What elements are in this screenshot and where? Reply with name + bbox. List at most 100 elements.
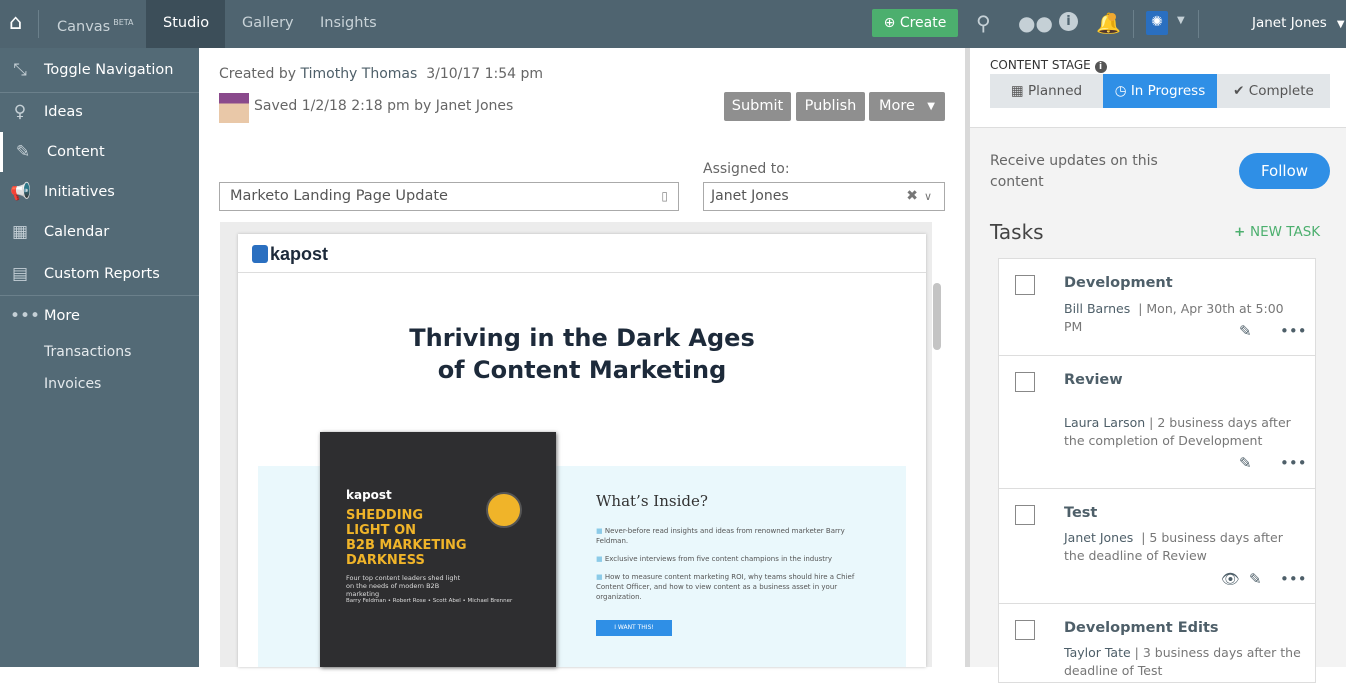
stage-complete[interactable]: ✔ Complete bbox=[1217, 74, 1330, 108]
sidebar-item-more[interactable]: ••• More bbox=[0, 296, 199, 336]
headline-line: Thriving in the Dark Ages bbox=[409, 324, 755, 352]
stage-in-progress[interactable]: ◷ In Progress bbox=[1103, 74, 1217, 108]
notification-dot bbox=[1108, 13, 1116, 21]
bullet-item: ■ Exclusive interviews from five content… bbox=[596, 555, 833, 563]
inside-title: What’s Inside? bbox=[596, 492, 708, 510]
book-subtitle: Four top content leaders shed light on t… bbox=[346, 574, 461, 598]
top-nav: ⌂ Canvas BETA Studio Gallery Insights ⊕ C… bbox=[0, 0, 1346, 48]
task-title: Test bbox=[1064, 505, 1098, 521]
bullet-text: Exclusive interviews from five content c… bbox=[604, 555, 833, 563]
pencil-icon[interactable]: ✎ bbox=[1239, 322, 1252, 340]
more-label: More bbox=[879, 98, 915, 114]
kapost-logo: kapost bbox=[252, 244, 328, 265]
task-checkbox[interactable] bbox=[1015, 275, 1035, 295]
task-assignee[interactable]: Taylor Tate bbox=[1064, 645, 1131, 660]
follow-description: Receive updates on this content bbox=[990, 153, 1158, 190]
pencil-icon[interactable]: ✎ bbox=[1239, 454, 1252, 472]
nav-canvas[interactable]: Canvas BETA bbox=[40, 0, 151, 48]
saved-label: Saved 1/2/18 2:18 pm by bbox=[254, 98, 432, 114]
eye-icon[interactable]: 👁 bbox=[1221, 570, 1240, 588]
stage-planned[interactable]: ▦ Planned bbox=[990, 74, 1103, 108]
bullet-text: How to measure content marketing ROI, wh… bbox=[596, 573, 855, 601]
sidebar-item-initiatives[interactable]: 📢 Initiatives bbox=[0, 172, 199, 212]
scrollbar[interactable] bbox=[933, 283, 941, 350]
task-item[interactable]: Test Janet Jones | 5 business days after… bbox=[998, 488, 1316, 604]
clear-icon[interactable]: ✖ bbox=[906, 183, 918, 210]
ellipsis-icon[interactable]: ••• bbox=[1280, 570, 1307, 588]
cta-button[interactable]: I WANT THIS! bbox=[596, 620, 672, 636]
ellipsis-icon[interactable]: ••• bbox=[1280, 322, 1307, 340]
info-icon[interactable]: i bbox=[1059, 12, 1078, 31]
task-checkbox[interactable] bbox=[1015, 505, 1035, 525]
sidebar-item-custom-reports[interactable]: ▤ Custom Reports bbox=[0, 254, 199, 294]
tab-studio[interactable]: Studio bbox=[146, 0, 225, 48]
assignee-select[interactable]: Janet Jones ✖ ∨ bbox=[703, 182, 945, 211]
created-info: Created by Timothy Thomas 3/10/17 1:54 p… bbox=[219, 66, 543, 82]
headline: Thriving in the Dark Ages of Content Mark… bbox=[238, 322, 926, 386]
inside-bullets: ■ Never-before read insights and ideas f… bbox=[596, 526, 876, 602]
sidebar-item-label: Toggle Navigation bbox=[44, 62, 174, 78]
ellipsis-icon: ••• bbox=[10, 306, 41, 326]
brand-switcher-icon[interactable]: ✺ bbox=[1146, 11, 1168, 35]
submit-button[interactable]: Submit bbox=[724, 92, 791, 121]
sidebar: ⤡ Toggle Navigation ♀ Ideas ✎ Content 📢 Init… bbox=[0, 48, 199, 667]
sidebar-subitem-invoices[interactable]: Invoices bbox=[44, 376, 101, 392]
publish-button[interactable]: Publish bbox=[796, 92, 865, 121]
bullet-text: Never-before read insights and ideas fro… bbox=[596, 527, 845, 545]
title-input[interactable]: Marketo Landing Page Update ▯ bbox=[219, 182, 679, 211]
search-icon[interactable]: ⚲ bbox=[976, 11, 991, 35]
landing-page: kapost Thriving in the Dark Ages of Conte… bbox=[238, 234, 926, 667]
create-button[interactable]: ⊕ Create bbox=[872, 9, 958, 37]
sidebar-item-label: Custom Reports bbox=[44, 266, 160, 282]
follow-button[interactable]: Follow bbox=[1239, 153, 1330, 189]
stage-label: Planned bbox=[1027, 83, 1083, 99]
task-assignee[interactable]: Bill Barnes bbox=[1064, 301, 1130, 316]
plus-icon: + bbox=[1234, 224, 1251, 240]
pencil-icon[interactable]: ✎ bbox=[1249, 570, 1262, 588]
ellipsis-icon[interactable]: ••• bbox=[1280, 454, 1307, 472]
created-by[interactable]: Timothy Thomas bbox=[300, 66, 417, 82]
sidebar-item-toggle-navigation[interactable]: ⤡ Toggle Navigation bbox=[0, 50, 199, 90]
task-assignee[interactable]: Janet Jones bbox=[1064, 530, 1133, 545]
saved-by[interactable]: Janet Jones bbox=[436, 98, 514, 114]
tab-insights[interactable]: Insights bbox=[303, 0, 394, 48]
chevron-down-icon: ▼ bbox=[927, 101, 935, 112]
more-button[interactable]: More ▼ bbox=[869, 92, 945, 121]
sidebar-item-ideas[interactable]: ♀ Ideas bbox=[0, 92, 199, 132]
sidebar-item-label: Calendar bbox=[44, 224, 110, 240]
ebook-cover: kapost SHEDDING LIGHT ON B2B MARKETING DARK… bbox=[320, 432, 556, 667]
task-checkbox[interactable] bbox=[1015, 372, 1035, 392]
create-label: Create bbox=[899, 15, 947, 31]
content-stage-label: CONTENT STAGE i bbox=[990, 58, 1107, 73]
sidebar-item-content[interactable]: ✎ Content bbox=[0, 132, 199, 172]
calendar-icon: ▦ bbox=[1010, 83, 1028, 99]
compress-icon: ⤡ bbox=[13, 60, 27, 80]
user-menu[interactable]: Janet Jones ▼ bbox=[1252, 15, 1345, 31]
sidebar-item-label: Initiatives bbox=[44, 184, 115, 200]
chevron-down-icon[interactable]: ▼ bbox=[1177, 15, 1185, 26]
pencil-icon: ✎ bbox=[15, 142, 31, 162]
chevron-down-icon: ▼ bbox=[1336, 19, 1345, 30]
bullet-item: ■ Never-before read insights and ideas f… bbox=[596, 527, 845, 545]
sidebar-item-calendar[interactable]: ▦ Calendar bbox=[0, 212, 199, 252]
stage-label: In Progress bbox=[1130, 83, 1206, 99]
canvas-label: Canvas bbox=[57, 18, 111, 35]
task-checkbox[interactable] bbox=[1015, 620, 1035, 640]
info-icon[interactable]: i bbox=[1094, 61, 1107, 73]
team-icon[interactable]: ●● bbox=[1018, 11, 1053, 35]
new-task-button[interactable]: + NEW TASK bbox=[1234, 224, 1320, 240]
task-assignee[interactable]: Laura Larson bbox=[1064, 415, 1145, 430]
task-item[interactable]: Development Edits Taylor Tate | 3 busine… bbox=[998, 603, 1316, 683]
task-item[interactable]: Review Laura Larson | 2 business days af… bbox=[998, 355, 1316, 489]
task-item[interactable]: Development Bill Barnes | Mon, Apr 30th … bbox=[998, 258, 1316, 356]
sidebar-subitem-transactions[interactable]: Transactions bbox=[44, 344, 131, 360]
chevron-down-icon[interactable]: ∨ bbox=[924, 183, 932, 210]
home-icon[interactable]: ⌂ bbox=[9, 10, 22, 34]
tab-gallery[interactable]: Gallery bbox=[225, 0, 311, 48]
divider bbox=[1133, 10, 1134, 38]
task-title: Review bbox=[1064, 372, 1123, 388]
headline-line: of Content Marketing bbox=[437, 356, 727, 384]
avatar bbox=[219, 93, 249, 123]
field-info-icon: ▯ bbox=[661, 189, 668, 203]
book-title-line: DARKNESS bbox=[346, 553, 425, 568]
